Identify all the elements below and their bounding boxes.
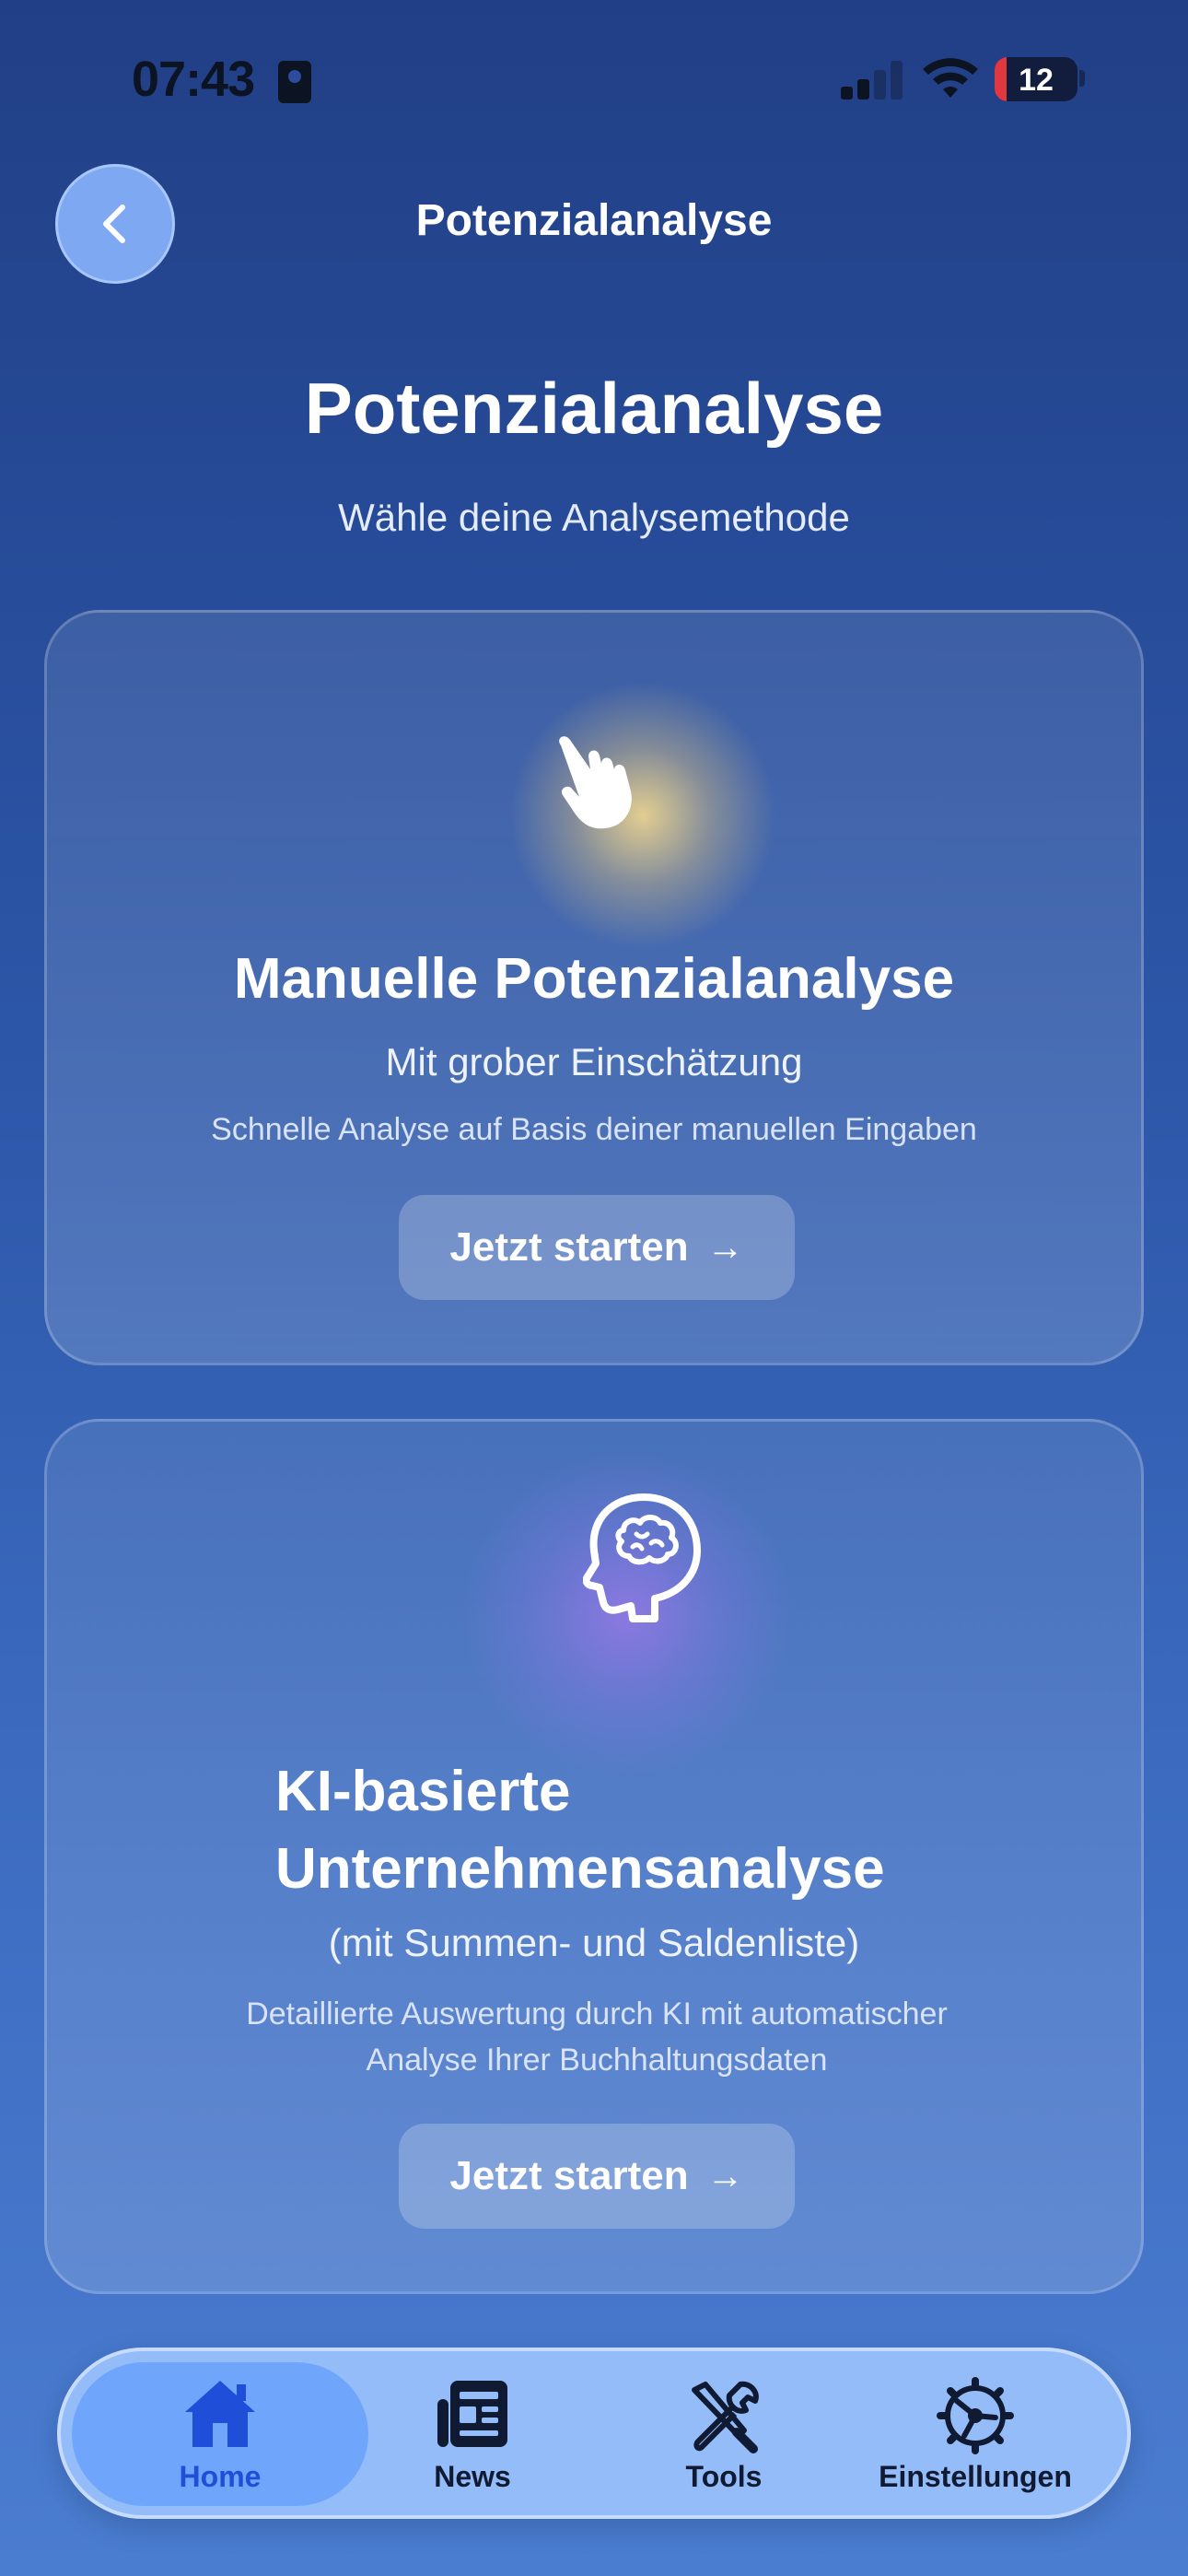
page-title: Potenzialanalyse [304,368,884,449]
start-button-label: Jetzt starten [449,1224,689,1270]
nav-title: Potenzialanalyse [415,196,773,245]
tab-bar: Home News Tools Einstellungen [57,2348,1131,2519]
arrow-right-icon: → [706,2155,744,2196]
manual-analysis-card[interactable]: Manuelle Potenzialanalyse Mit grober Ein… [44,610,1144,1365]
battery-indicator: 12 [995,57,1077,101]
card-description-line1: Detaillierte Auswertung durch KI mit aut… [246,1996,948,2032]
card-subtitle: (mit Summen- und Saldenliste) [328,1921,860,1964]
tab-tools[interactable]: Tools [600,2351,848,2515]
card-title-line2: Unternehmensanalyse [275,1837,885,1901]
tab-home[interactable]: Home [96,2351,344,2515]
card-description-line2: Analyse Ihrer Buchhaltungsdaten [366,2043,828,2078]
start-button-label: Jetzt starten [449,2153,689,2198]
card-title: Manuelle Potenzialanalyse [233,947,955,1011]
tab-label: News [434,2460,511,2493]
battery-level: 12 [1019,63,1054,98]
status-bar: 07:43 12 [0,0,1188,157]
card-description: Schnelle Analyse auf Basis deiner manuel… [211,1112,977,1147]
pointing-hand-icon [559,736,632,829]
newspaper-icon [437,2381,507,2447]
tab-label: Home [179,2460,262,2493]
tab-label: Einstellungen [879,2460,1072,2493]
card-subtitle: Mit grober Einschätzung [385,1040,803,1083]
card-description: Detaillierte Auswertung durch KI mit aut… [194,1991,999,2083]
tools-icon [692,2381,759,2453]
ai-start-button[interactable]: Jetzt starten → [399,2124,795,2229]
card-title: KI-basierte Unternehmensanalyse [275,1753,1012,1908]
battery-tip [1079,70,1085,87]
status-time: 07:43 [132,52,255,107]
tab-settings[interactable]: Einstellungen [851,2351,1100,2515]
manual-start-button[interactable]: Jetzt starten → [399,1195,795,1300]
card-title-line1: KI-basierte [275,1760,571,1823]
ai-analysis-card[interactable]: KI-basierte Unternehmensanalyse (mit Sum… [44,1419,1144,2294]
brain-head-icon [583,1493,701,1622]
house-icon [185,2381,255,2447]
contact-card-icon [278,61,311,103]
tab-news[interactable]: News [348,2351,597,2515]
gear-icon [937,2377,1014,2454]
page-subtitle: Wähle deine Analysemethode [338,496,850,539]
wifi-icon [923,58,978,98]
cellular-signal-icon [841,59,905,100]
tab-label: Tools [685,2460,763,2493]
arrow-right-icon: → [706,1226,744,1268]
